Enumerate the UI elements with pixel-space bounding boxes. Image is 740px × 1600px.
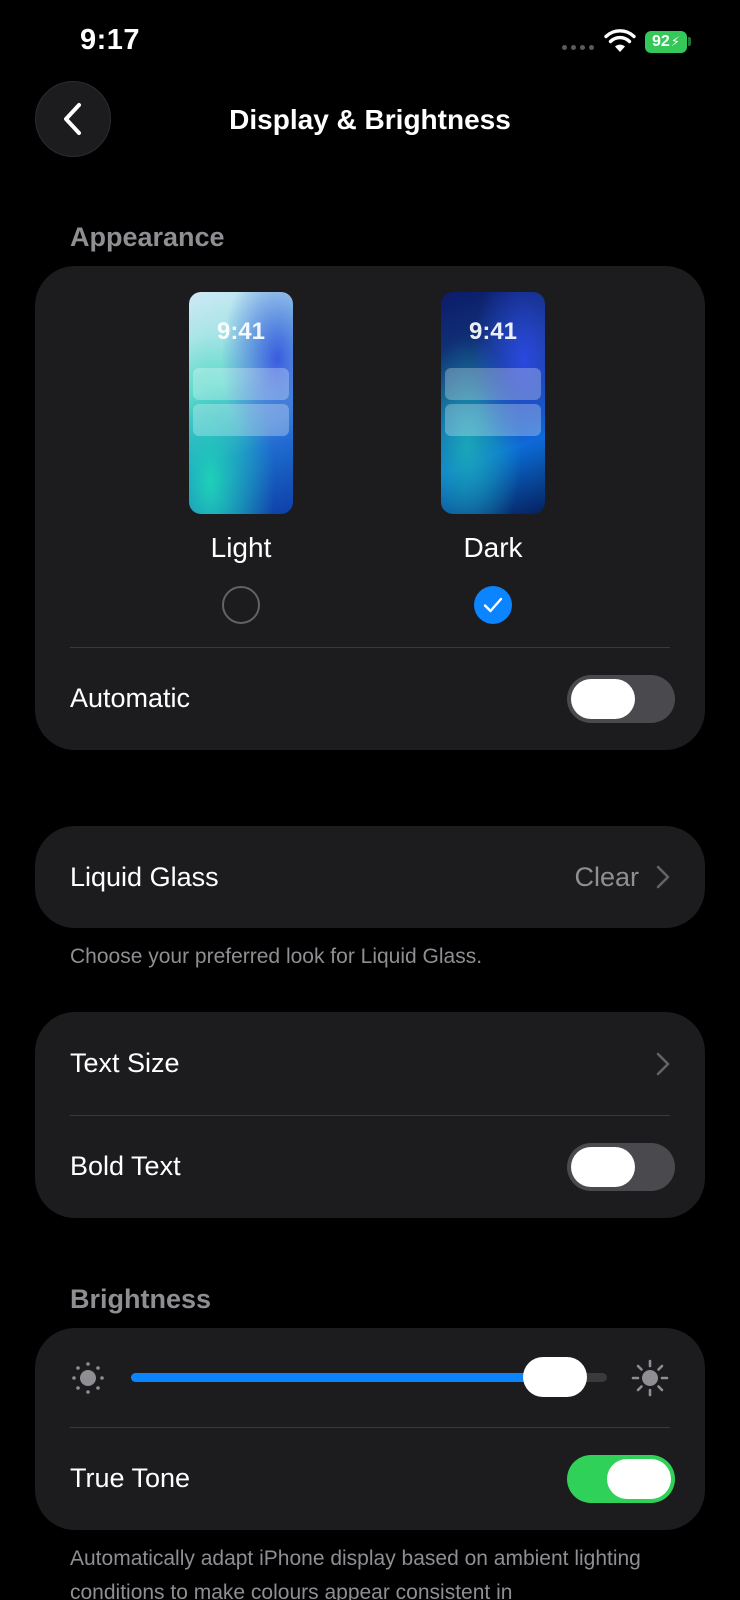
toggle-knob <box>607 1458 671 1499</box>
battery-indicator: 92 ⚡ <box>645 31 687 53</box>
liquid-glass-footer: Choose your preferred look for Liquid Gl… <box>70 945 483 968</box>
liquid-glass-card: Liquid Glass Clear <box>35 826 705 928</box>
liquid-glass-row[interactable]: Liquid Glass Clear <box>35 826 705 928</box>
appearance-card: 9:41 9:41 Light Dark Automatic <box>35 266 705 750</box>
automatic-toggle[interactable] <box>567 674 675 723</box>
wifi-icon <box>604 29 636 52</box>
dark-mode-radio[interactable] <box>474 586 512 624</box>
page-title: Display & Brightness <box>229 104 511 135</box>
sun-min-icon <box>72 1362 104 1394</box>
text-size-row[interactable]: Text Size <box>35 1012 705 1115</box>
brightness-footer: Automatically adapt iPhone display based… <box>70 1547 641 1600</box>
preview-widget <box>445 368 541 400</box>
dark-mode-label: Dark <box>463 532 523 563</box>
light-mode-label: Light <box>210 532 272 563</box>
checkmark-icon <box>483 597 503 613</box>
true-tone-label: True Tone <box>70 1463 191 1493</box>
chevron-right-icon <box>656 1052 670 1075</box>
brightness-card: True Tone <box>35 1328 705 1530</box>
brightness-slider-fill <box>131 1373 555 1382</box>
battery-cap <box>688 37 691 46</box>
preview-widget <box>193 404 289 436</box>
light-preview-time: 9:41 <box>216 318 266 345</box>
light-mode-preview[interactable]: 9:41 <box>189 292 293 514</box>
cellular-signal-icon <box>562 45 594 50</box>
status-time: 9:17 <box>80 24 141 56</box>
status-bar: 9:17 92 ⚡ <box>0 0 740 90</box>
sun-max-icon <box>631 1359 669 1397</box>
liquid-glass-value: Clear <box>574 861 639 892</box>
brightness-slider[interactable] <box>131 1357 607 1397</box>
toggle-knob <box>571 678 635 719</box>
preview-widget <box>193 368 289 400</box>
brightness-header: Brightness <box>70 1284 212 1314</box>
brightness-slider-knob[interactable] <box>522 1357 587 1397</box>
battery-level: 92 <box>652 33 670 50</box>
preview-widget <box>445 404 541 436</box>
automatic-label: Automatic <box>70 683 191 713</box>
appearance-header: Appearance <box>70 222 225 252</box>
automatic-row: Automatic <box>35 647 705 750</box>
true-tone-toggle[interactable] <box>567 1454 675 1503</box>
liquid-glass-label: Liquid Glass <box>70 861 219 892</box>
bold-text-label: Bold Text <box>70 1151 181 1181</box>
text-size-label: Text Size <box>70 1048 180 1078</box>
true-tone-row: True Tone <box>35 1427 705 1530</box>
text-card: Text Size Bold Text <box>35 1012 705 1218</box>
chevron-right-icon <box>656 865 670 889</box>
dark-preview-time: 9:41 <box>468 318 518 345</box>
dark-mode-preview[interactable]: 9:41 <box>441 292 545 514</box>
toggle-knob <box>571 1146 635 1187</box>
bold-text-row: Bold Text <box>35 1115 705 1218</box>
brightness-slider-row <box>35 1356 705 1398</box>
bold-text-toggle[interactable] <box>567 1142 675 1191</box>
light-mode-radio[interactable] <box>222 586 260 624</box>
